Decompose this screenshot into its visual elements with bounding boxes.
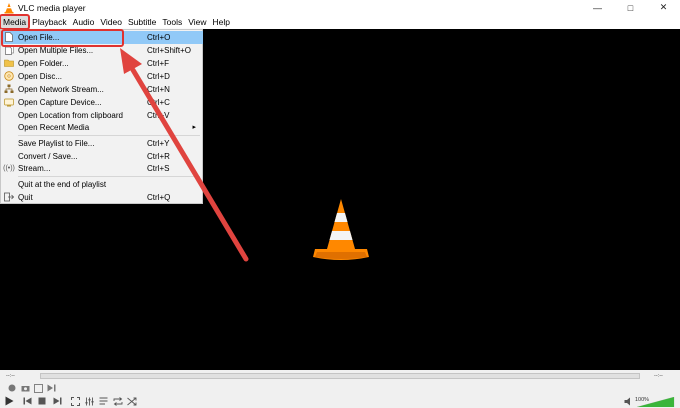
loop-icon[interactable]	[113, 396, 123, 406]
menu-item-quit-end-playlist[interactable]: Quit at the end of playlist	[1, 178, 203, 191]
menu-separator	[18, 135, 200, 136]
submenu-arrow-icon: ▸	[192, 124, 196, 132]
extended-settings-icon[interactable]	[84, 396, 94, 406]
vlc-cone-icon	[313, 199, 369, 260]
menu-video[interactable]: Video	[97, 15, 125, 29]
playlist-icon[interactable]	[98, 396, 108, 406]
fullscreen-icon[interactable]	[70, 396, 80, 406]
stop-button[interactable]	[37, 396, 47, 406]
menu-audio[interactable]: Audio	[70, 15, 98, 29]
previous-button[interactable]	[22, 396, 32, 406]
vlc-logo-icon	[3, 2, 15, 14]
menu-item-open-disc[interactable]: Open Disc... Ctrl+D	[1, 70, 203, 83]
next-button[interactable]	[52, 396, 62, 406]
frame-step-button[interactable]	[46, 383, 56, 393]
control-bar: --:-- --:-- 100%	[0, 370, 680, 408]
volume-slider[interactable]	[637, 397, 675, 407]
window-title: VLC media player	[18, 2, 86, 13]
media-menu-dropdown: Open File... Ctrl+O Open Multiple Files.…	[0, 29, 203, 204]
menu-media[interactable]: Media	[0, 14, 31, 30]
volume-icon[interactable]	[624, 396, 634, 406]
stream-icon: ((•))	[3, 164, 15, 172]
title-bar: VLC media player — □ ✕	[0, 0, 680, 15]
menu-subtitle[interactable]: Subtitle	[125, 15, 159, 29]
menu-separator	[18, 176, 200, 177]
close-button[interactable]: ✕	[647, 0, 680, 15]
menu-item-quit[interactable]: Quit Ctrl+Q	[1, 191, 203, 204]
menu-item-open-recent-media[interactable]: Open Recent Media ▸	[1, 121, 203, 134]
menu-tools[interactable]: Tools	[159, 15, 185, 29]
menu-item-open-folder[interactable]: Open Folder... Ctrl+F	[1, 57, 203, 70]
shuffle-icon[interactable]	[127, 396, 137, 406]
menu-item-open-location-clipboard[interactable]: Open Location from clipboard Ctrl+V	[1, 109, 203, 122]
seek-bar[interactable]	[40, 373, 640, 379]
menu-bar: Media Playback Audio Video Subtitle Tool…	[0, 14, 680, 30]
time-total: --:--	[654, 373, 663, 379]
quit-icon	[4, 192, 14, 202]
snapshot-icon[interactable]	[20, 383, 30, 393]
loop-ab-button[interactable]	[33, 383, 43, 393]
folder-icon	[4, 58, 14, 68]
menu-item-save-playlist[interactable]: Save Playlist to File... Ctrl+Y	[1, 137, 203, 150]
maximize-button[interactable]: □	[614, 0, 647, 15]
network-icon	[4, 84, 14, 94]
disc-icon	[4, 71, 14, 81]
time-elapsed: --:--	[6, 373, 15, 379]
record-button[interactable]	[7, 383, 17, 393]
menu-item-open-network-stream[interactable]: Open Network Stream... Ctrl+N	[1, 83, 203, 96]
menu-item-open-capture-device[interactable]: Open Capture Device... Ctrl+C	[1, 96, 203, 109]
menu-view[interactable]: View	[185, 15, 209, 29]
menu-item-convert-save[interactable]: Convert / Save... Ctrl+R	[1, 150, 203, 163]
minimize-button[interactable]: —	[581, 0, 614, 15]
menu-help[interactable]: Help	[209, 15, 232, 29]
play-button[interactable]	[4, 396, 14, 406]
menu-item-stream[interactable]: ((•)) Stream... Ctrl+S	[1, 162, 203, 175]
annotation-highlight-box	[1, 29, 124, 47]
menu-playback[interactable]: Playback	[29, 15, 70, 29]
capture-icon	[4, 97, 14, 107]
